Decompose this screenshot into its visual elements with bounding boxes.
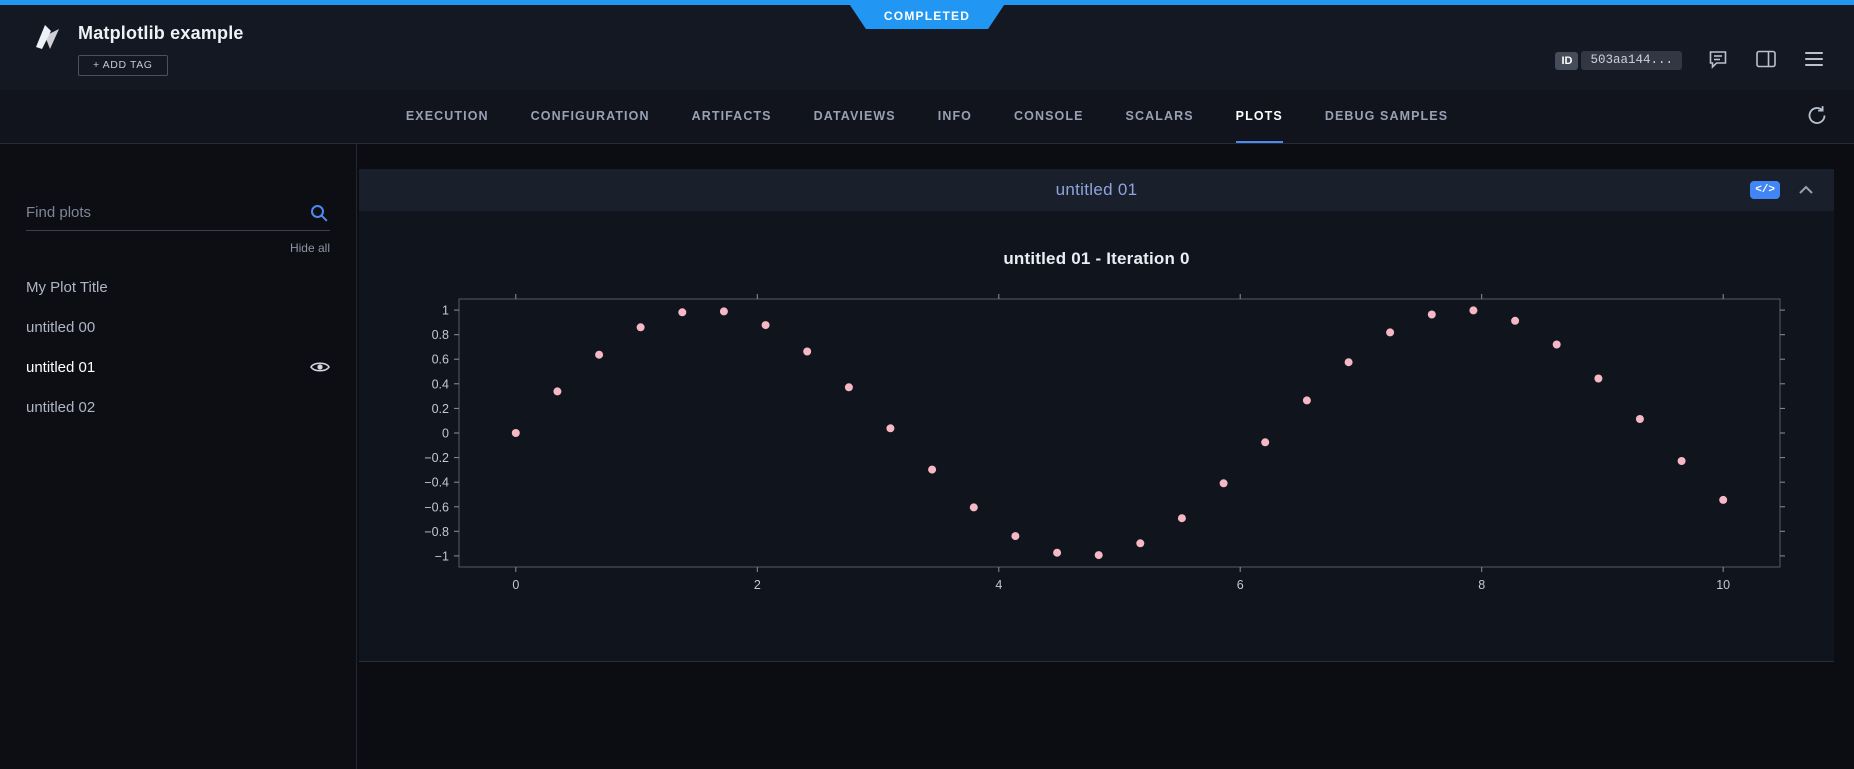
svg-text:8: 8 (1478, 578, 1485, 592)
svg-text:0: 0 (512, 578, 519, 592)
svg-text:10: 10 (1716, 578, 1730, 592)
plot-list-item-untitled-01[interactable]: untitled 01 (26, 347, 330, 387)
chevron-up-icon (1798, 183, 1814, 198)
tab-dataviews[interactable]: DATAVIEWS (814, 90, 896, 143)
tab-info[interactable]: INFO (938, 90, 972, 143)
header-actions: ID 503aa144... (1555, 31, 1826, 90)
plot-list-item-untitled-00[interactable]: untitled 00 (26, 307, 330, 347)
hide-all-button[interactable]: Hide all (26, 241, 330, 255)
tab-plots[interactable]: PLOTS (1236, 90, 1283, 143)
tab-execution[interactable]: EXECUTION (406, 90, 489, 143)
title-block: Matplotlib example + ADD TAG (78, 17, 244, 90)
svg-text:0: 0 (442, 427, 449, 441)
plot-card-title: untitled 01 (1056, 180, 1138, 200)
experiment-id-badge[interactable]: ID 503aa144... (1555, 51, 1682, 70)
add-tag-button[interactable]: + ADD TAG (78, 55, 168, 76)
layout-icon (1756, 50, 1776, 71)
find-plots-input[interactable] (26, 196, 330, 231)
hamburger-menu-icon (1804, 51, 1824, 70)
experiment-title: Matplotlib example (78, 23, 244, 44)
tab-configuration[interactable]: CONFIGURATION (531, 90, 650, 143)
id-value: 503aa144... (1581, 51, 1682, 70)
plot-list-item-untitled-02[interactable]: untitled 02 (26, 387, 330, 427)
svg-text:0.8: 0.8 (431, 328, 448, 342)
plot-list-item-my-plot-title[interactable]: My Plot Title (26, 267, 330, 307)
svg-text:6: 6 (1236, 578, 1243, 592)
plot-body: untitled 01 - Iteration 0 0 2 4 6 8 10 1 0.8 0.6… (359, 211, 1834, 661)
plot-list: My Plot Title untitled 00 untitled 01 (26, 267, 330, 427)
tab-debug-samples[interactable]: DEBUG SAMPLES (1325, 90, 1448, 143)
find-plots-search (26, 196, 330, 231)
plot-item-label: untitled 02 (26, 399, 95, 416)
plot-item-label: untitled 01 (26, 359, 95, 376)
svg-text:2: 2 (753, 578, 760, 592)
eye-icon[interactable] (310, 360, 330, 374)
menu-button[interactable] (1802, 49, 1826, 72)
status-badge: COMPLETED (850, 5, 1004, 29)
svg-text:4: 4 (995, 578, 1002, 592)
plots-sidebar: Hide all My Plot Title untitled 00 untit… (0, 144, 357, 769)
tab-bar: EXECUTION CONFIGURATION ARTIFACTS DATAVI… (0, 90, 1854, 144)
svg-text:1: 1 (442, 304, 449, 318)
svg-text:0.4: 0.4 (431, 377, 448, 391)
details-panel-button[interactable] (1754, 48, 1778, 73)
comment-icon (1708, 49, 1728, 72)
svg-text:−0.6: −0.6 (424, 500, 449, 514)
plot-card-header: untitled 01 </> (359, 169, 1834, 211)
app-window: COMPLETED Matplotlib example + ADD TAG I… (0, 0, 1854, 769)
svg-text:−1: −1 (434, 549, 448, 563)
chart-title: untitled 01 - Iteration 0 (1003, 249, 1189, 269)
tab-artifacts[interactable]: ARTIFACTS (692, 90, 772, 143)
plot-card: untitled 01 </> untitled 01 - (359, 169, 1834, 662)
svg-text:0.6: 0.6 (431, 353, 448, 367)
auto-refresh-button[interactable] (1806, 104, 1828, 129)
plots-panel-area: untitled 01 </> untitled 01 - (357, 144, 1854, 769)
scatter-chart[interactable]: 0 2 4 6 8 10 1 0.8 0.6 0.4 0.2 0 −0.2 −0.4 −0.6 −0.8 −1 (397, 293, 1797, 609)
auto-refresh-icon (1806, 114, 1828, 129)
tab-console[interactable]: CONSOLE (1014, 90, 1084, 143)
plot-card-actions: </> (1750, 181, 1814, 199)
svg-text:−0.4: −0.4 (424, 476, 449, 490)
tab-scalars[interactable]: SCALARS (1126, 90, 1194, 143)
search-icon[interactable] (310, 204, 328, 227)
svg-text:−0.2: −0.2 (424, 451, 449, 465)
plot-item-label: My Plot Title (26, 279, 108, 296)
embed-code-icon[interactable]: </> (1750, 181, 1780, 199)
collapse-panel-button[interactable] (1798, 183, 1814, 198)
id-label: ID (1555, 52, 1578, 70)
plot-item-label: untitled 00 (26, 319, 95, 336)
content-area: Hide all My Plot Title untitled 00 untit… (0, 144, 1854, 769)
svg-text:−0.8: −0.8 (424, 525, 449, 539)
comments-button[interactable] (1706, 47, 1730, 74)
header-left: Matplotlib example + ADD TAG (30, 17, 244, 90)
app-logo-icon (30, 21, 64, 90)
svg-text:0.2: 0.2 (431, 402, 448, 416)
